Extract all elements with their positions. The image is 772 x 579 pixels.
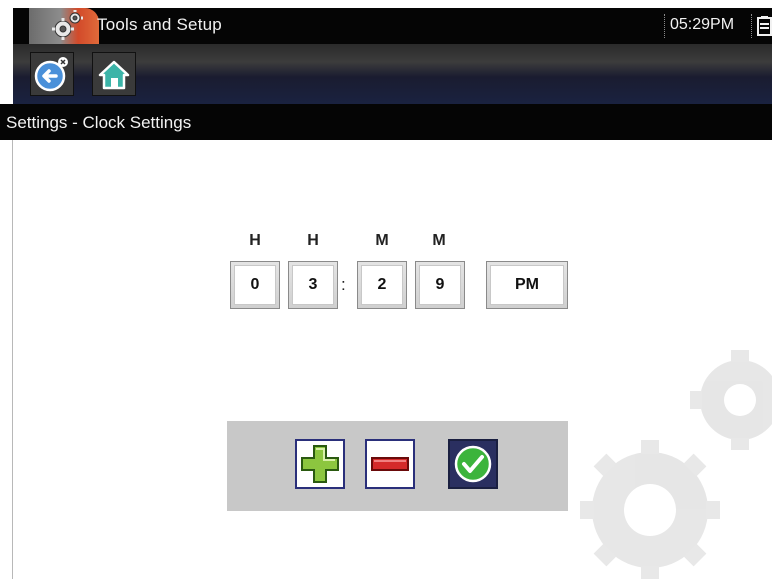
accept-button[interactable] (448, 439, 498, 489)
breadcrumb-text: Settings - Clock Settings (6, 113, 192, 132)
back-icon (34, 57, 68, 92)
left-divider (12, 140, 13, 579)
checkmark-icon (454, 445, 492, 483)
clock-time: 05:29PM (670, 16, 735, 33)
hour-tens-field[interactable]: 0 (230, 261, 280, 309)
battery-icon (757, 16, 772, 36)
minute-ones-header: M (432, 232, 446, 249)
hour-tens-header: H (249, 232, 261, 249)
home-button[interactable] (92, 52, 136, 96)
window-title: Tools and Setup (97, 15, 222, 34)
hour-ones-header: H (307, 232, 319, 249)
ampm-value: PM (490, 265, 564, 305)
plus-button[interactable] (295, 439, 345, 489)
clock-display: 05:29PM (664, 14, 752, 38)
time-separator: : (341, 275, 346, 294)
hour-ones-value: 3 (292, 265, 334, 305)
ampm-field[interactable]: PM (486, 261, 568, 309)
hour-tens-value: 0 (234, 265, 276, 305)
tools-gear-icon[interactable] (29, 8, 99, 44)
minute-tens-header: M (375, 232, 389, 249)
gear-watermark-icon (580, 350, 772, 579)
minus-icon (371, 457, 409, 471)
minute-tens-field[interactable]: 2 (357, 261, 407, 309)
minute-ones-field[interactable]: 9 (415, 261, 465, 309)
hour-ones-field[interactable]: 3 (288, 261, 338, 309)
home-icon (98, 60, 130, 90)
title-bar: Tools and Setup 05:29PM (13, 8, 772, 44)
plus-icon (301, 445, 339, 483)
breadcrumb: Settings - Clock Settings (0, 104, 772, 140)
back-button[interactable] (30, 52, 74, 96)
toolbar (13, 44, 772, 104)
minus-button[interactable] (365, 439, 415, 489)
minute-ones-value: 9 (419, 265, 461, 305)
minute-tens-value: 2 (361, 265, 403, 305)
